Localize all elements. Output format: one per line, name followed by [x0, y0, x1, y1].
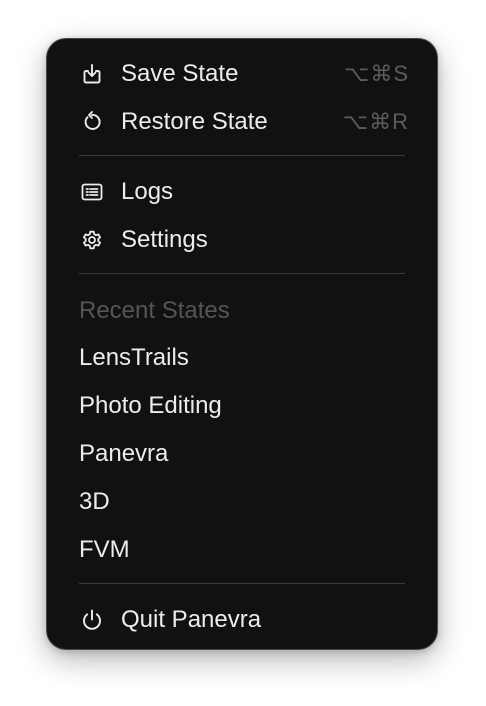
settings-menu-item[interactable]: Settings [47, 218, 437, 262]
logs-label: Logs [121, 178, 174, 205]
recent-state-label: Panevra [79, 440, 169, 467]
logs-icon [80, 180, 104, 204]
quit-label: Quit Panevra [121, 606, 262, 633]
recent-state-label: LensTrails [79, 344, 189, 371]
restore-state-menu-item[interactable]: Restore State ⌥⌘R [47, 100, 437, 144]
save-state-shortcut: ⌥⌘S [343, 61, 409, 86]
recent-state-item[interactable]: Panevra [47, 432, 437, 476]
settings-label: Settings [121, 226, 208, 253]
gear-icon [80, 228, 104, 252]
power-icon [80, 608, 104, 632]
separator [79, 583, 405, 584]
recent-states-heading: Recent States [79, 297, 230, 324]
restore-icon [80, 110, 104, 134]
separator [79, 273, 405, 274]
recent-state-item[interactable]: LensTrails [47, 336, 437, 380]
separator [79, 155, 405, 156]
quit-menu-item[interactable]: Quit Panevra [47, 598, 437, 642]
save-state-menu-item[interactable]: Save State ⌥⌘S [47, 52, 437, 96]
restore-state-shortcut: ⌥⌘R [342, 109, 409, 134]
recent-state-item[interactable]: FVM [47, 528, 437, 572]
recent-state-label: Photo Editing [79, 392, 222, 419]
recent-state-label: 3D [79, 488, 110, 515]
recent-state-item[interactable]: 3D [47, 480, 437, 524]
recent-state-item[interactable]: Photo Editing [47, 384, 437, 428]
save-icon [80, 62, 104, 86]
restore-state-label: Restore State [121, 108, 268, 135]
recent-state-label: FVM [79, 536, 130, 563]
save-state-label: Save State [121, 60, 239, 87]
logs-menu-item[interactable]: Logs [47, 170, 437, 214]
context-menu: Save State ⌥⌘S Restore State ⌥⌘R Logs Se… [46, 38, 438, 650]
